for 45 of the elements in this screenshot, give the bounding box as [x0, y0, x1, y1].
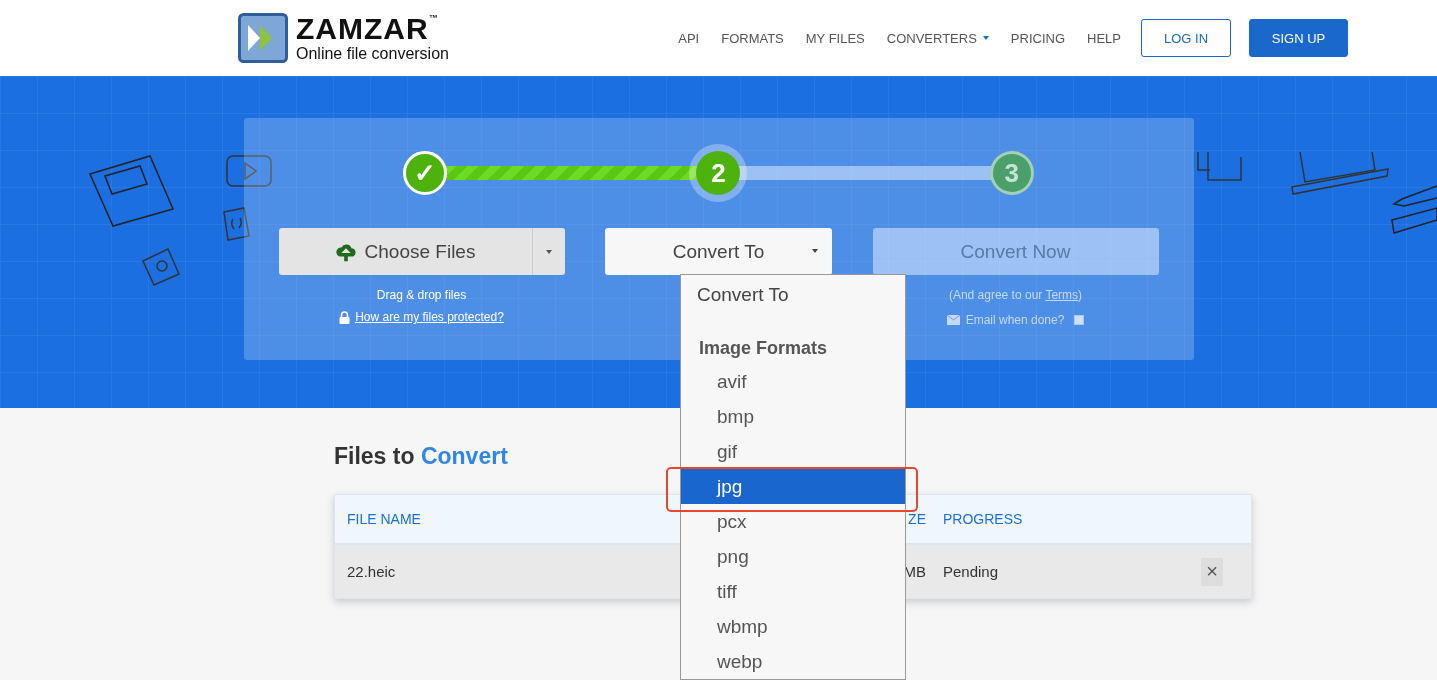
play-icon	[225, 154, 275, 189]
image-file-icon	[140, 246, 182, 288]
choose-options-button[interactable]	[531, 228, 565, 275]
format-option[interactable]: png	[681, 539, 905, 574]
laptop-icon	[1290, 152, 1390, 197]
format-option[interactable]: pcx	[681, 504, 905, 539]
format-option[interactable]: bmp	[681, 399, 905, 434]
format-option[interactable]: jpg	[681, 469, 905, 504]
table-cell-text: 22.heic	[346, 563, 397, 580]
brand-name: ZAMZAR™	[296, 14, 440, 44]
convert-to-select[interactable]: Convert To	[605, 228, 832, 275]
nav-link[interactable]: API	[678, 30, 700, 46]
code-file-icon	[220, 206, 252, 242]
dropdown-placeholder[interactable]: Convert To	[681, 275, 905, 317]
group-heading: Image Formats	[698, 337, 829, 361]
column-header: PROGRESS	[942, 511, 1024, 527]
nav-link[interactable]: CONVERTERS	[886, 30, 989, 46]
nav-link[interactable]: PRICING	[1010, 30, 1066, 46]
email-label: Email when done?	[965, 313, 1065, 327]
nav-link[interactable]: HELP	[1087, 30, 1121, 46]
sign-up-button[interactable]: SIGN UP	[1249, 19, 1348, 57]
nav-link[interactable]: FORMATS	[721, 30, 784, 46]
nav-link[interactable]: MY FILES	[805, 30, 865, 46]
section-title: Files to Convert	[334, 443, 508, 470]
terms-note: (And agree to our Terms)	[948, 288, 1083, 302]
step-indicator: 3	[989, 151, 1034, 195]
format-option[interactable]: tiff	[681, 574, 905, 609]
log-in-button[interactable]: LOG IN	[1141, 19, 1231, 57]
format-option[interactable]: gif	[681, 434, 905, 469]
format-option[interactable]: avif	[681, 364, 905, 399]
lock-icon	[339, 310, 351, 324]
step-indicator: ✓	[403, 151, 448, 195]
drag-drop-hint: Drag & drop files	[376, 288, 467, 302]
envelope-icon	[946, 315, 960, 325]
table-cell-text: Pending	[942, 563, 1000, 580]
choose-files-button[interactable]: Choose Files	[278, 228, 532, 275]
tagline: Online file conversion	[296, 46, 449, 62]
remove-button[interactable]: ×	[1201, 557, 1223, 586]
logo-icon	[238, 13, 288, 63]
column-header: ZE	[908, 511, 926, 527]
caret-icon	[982, 36, 989, 40]
column-header: FILE NAME	[346, 511, 422, 527]
format-option[interactable]: webp	[681, 644, 905, 679]
format-option[interactable]: wbmp	[681, 609, 905, 644]
step-indicator: 2	[696, 151, 741, 195]
